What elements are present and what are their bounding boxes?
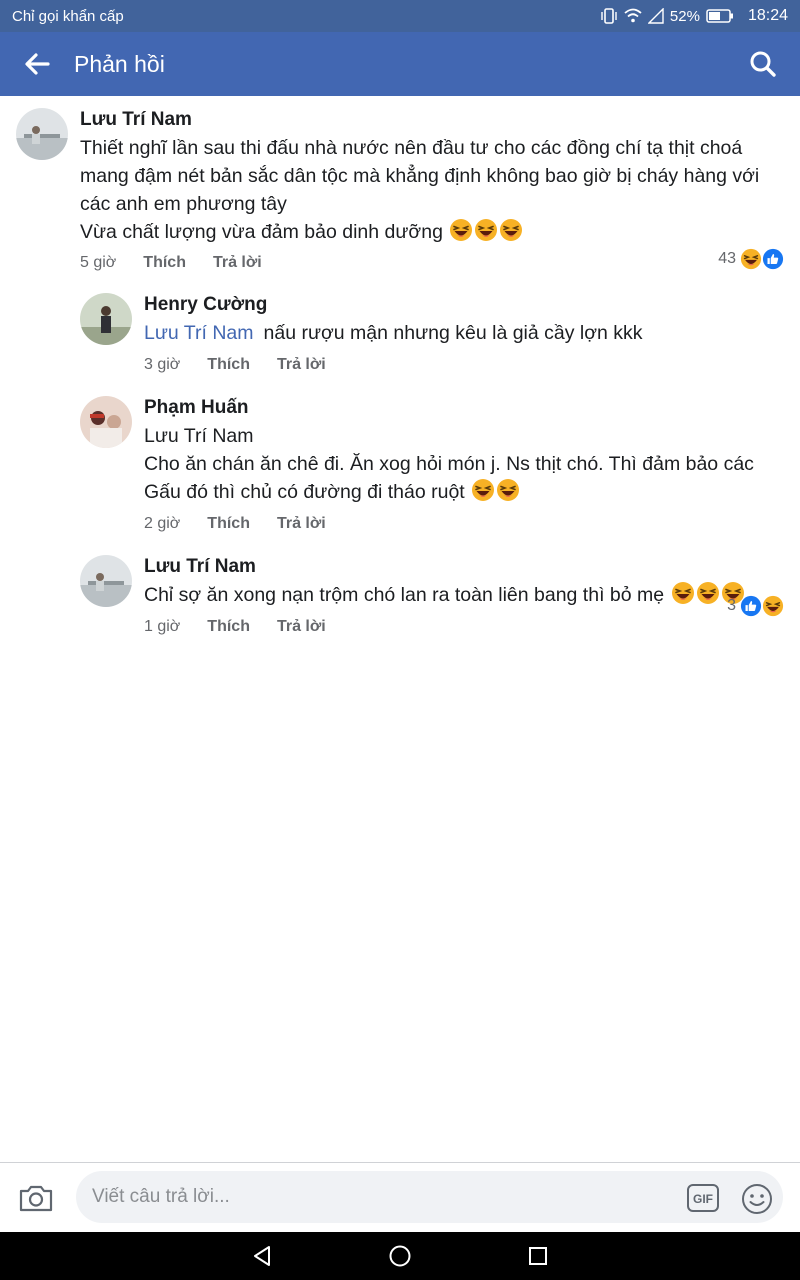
comment-author[interactable]: Lưu Trí Nam (144, 555, 784, 579)
reply-button[interactable]: Trả lời (277, 618, 326, 636)
laughing-emoji-icon (740, 248, 762, 270)
comment-author[interactable]: Henry Cường (144, 293, 784, 317)
comment-time: 5 giờ (80, 254, 117, 271)
comment-line: các anh em phương tây (80, 193, 287, 215)
battery-icon (706, 9, 733, 23)
clock: 18:24 (747, 7, 788, 24)
comment-text: Chỉ sợ ăn xong nạn trộm chó lan ra toàn … (144, 581, 784, 609)
comment-text: Lưu Trí Nam Cho ăn chán ăn chê đi. Ăn xo… (144, 422, 784, 506)
reply-comment: Lưu Trí Nam Chỉ sợ ăn xong nạn trộm chó … (0, 536, 800, 639)
comment-author[interactable]: Lưu Trí Nam (80, 108, 784, 132)
nav-home-button[interactable] (331, 1244, 469, 1268)
comment-line: Gấu đó thì chủ có đường đi tháo ruột (144, 481, 465, 503)
reply-button[interactable]: Trả lời (213, 254, 262, 272)
battery-percent: 52% (669, 7, 700, 25)
status-bar: Chỉ gọi khẩn cấp 52% 18:24 (0, 0, 800, 32)
search-button[interactable] (726, 32, 800, 96)
circle-home-icon (389, 1245, 411, 1267)
camera-icon (19, 1185, 53, 1212)
triangle-back-icon (254, 1246, 270, 1266)
laughing-emoji-icon (474, 218, 498, 242)
comment-actions: 1 giờ Thích Trả lời (144, 615, 784, 639)
reaction-count: 3 (727, 597, 736, 614)
comment-line: Chỉ sợ ăn xong nạn trộm chó lan ra toàn … (144, 584, 665, 606)
comment-text: Thiết nghĩ lần sau thi đấu nhà nước nên … (80, 134, 784, 246)
reply-input[interactable] (76, 1171, 783, 1223)
comment-actions: 3 giờ Thích Trả lời (144, 353, 784, 377)
comment-time: 2 giờ (144, 515, 181, 532)
laughing-emoji-icon (671, 581, 695, 605)
reply-button[interactable]: Trả lời (277, 356, 326, 374)
vibrate-icon (601, 8, 617, 24)
comment-line: Lưu Trí Nam (144, 425, 254, 447)
comment-thread: Lưu Trí Nam Thiết nghĩ lần sau thi đấu n… (0, 96, 800, 639)
avatar[interactable] (80, 293, 132, 345)
reply-comment: Henry Cường Lưu Trí Nam nấu rượu mận nhưn… (0, 275, 800, 377)
reaction-count: 43 (718, 250, 736, 267)
signal-icon (647, 8, 664, 24)
carrier-text: Chỉ gọi khẩn cấp (12, 7, 124, 25)
smiley-icon (742, 1184, 772, 1214)
avatar[interactable] (80, 555, 132, 607)
reply-comment: Phạm Huấn Lưu Trí Nam Cho ăn chán ăn chê… (0, 377, 800, 536)
search-icon (750, 51, 776, 77)
laughing-emoji-icon (499, 218, 523, 242)
laughing-emoji-icon (762, 595, 784, 617)
gif-button[interactable]: GIF (686, 1183, 720, 1218)
comment-line: mang đậm nét bản sắc dân tộc mà khẳng đị… (80, 165, 760, 187)
comment-author[interactable]: Phạm Huấn (144, 396, 784, 420)
laughing-emoji-icon (449, 218, 473, 242)
camera-button[interactable] (18, 1183, 54, 1218)
comment-line: Thiết nghĩ lần sau thi đấu nhà nước nên … (80, 137, 743, 159)
wifi-icon (624, 8, 642, 23)
reply-composer: GIF (0, 1162, 800, 1232)
nav-recents-button[interactable] (469, 1244, 607, 1268)
arrow-left-icon (25, 53, 50, 75)
app-bar: Phản hồi (0, 32, 800, 96)
comment-text: Lưu Trí Nam nấu rượu mận nhưng kêu là giả… (144, 319, 784, 347)
mention-link[interactable]: Lưu Trí Nam (144, 322, 254, 344)
comment-line: Vừa chất lượng vừa đảm bảo dinh dưỡng (80, 221, 443, 243)
comment-time: 3 giờ (144, 356, 181, 373)
gif-icon: GIF (687, 1184, 719, 1212)
emoji-button[interactable] (740, 1182, 774, 1221)
back-button[interactable] (0, 32, 74, 96)
laughing-emoji-icon (471, 478, 495, 502)
laughing-emoji-icon (696, 581, 720, 605)
like-button[interactable]: Thích (207, 618, 250, 636)
reply-button[interactable]: Trả lời (277, 515, 326, 533)
square-recents-icon (529, 1247, 547, 1265)
system-nav-bar (0, 1232, 800, 1280)
avatar[interactable] (80, 396, 132, 448)
reaction-summary[interactable]: 43 (718, 248, 784, 270)
comment-line: Cho ăn chán ăn chê đi. Ăn xog hỏi món j.… (144, 453, 754, 475)
avatar[interactable] (16, 108, 68, 160)
svg-text:GIF: GIF (693, 1192, 713, 1206)
comment: Lưu Trí Nam Thiết nghĩ lần sau thi đấu n… (0, 96, 800, 275)
like-button[interactable]: Thích (207, 356, 250, 374)
page-title: Phản hồi (74, 50, 165, 77)
comment-actions: 2 giờ Thích Trả lời (144, 512, 784, 536)
like-button[interactable]: Thích (207, 515, 250, 533)
reaction-summary[interactable]: 3 (727, 595, 784, 617)
like-reaction-icon (762, 248, 784, 270)
like-button[interactable]: Thích (143, 254, 186, 272)
comment-line: nấu rượu mận nhưng kêu là giả cầy lợn kk… (263, 322, 643, 344)
comment-time: 1 giờ (144, 618, 181, 635)
like-reaction-icon (740, 595, 762, 617)
laughing-emoji-icon (496, 478, 520, 502)
comment-actions: 5 giờ Thích Trả lời (80, 251, 784, 275)
nav-back-button[interactable] (193, 1244, 331, 1268)
